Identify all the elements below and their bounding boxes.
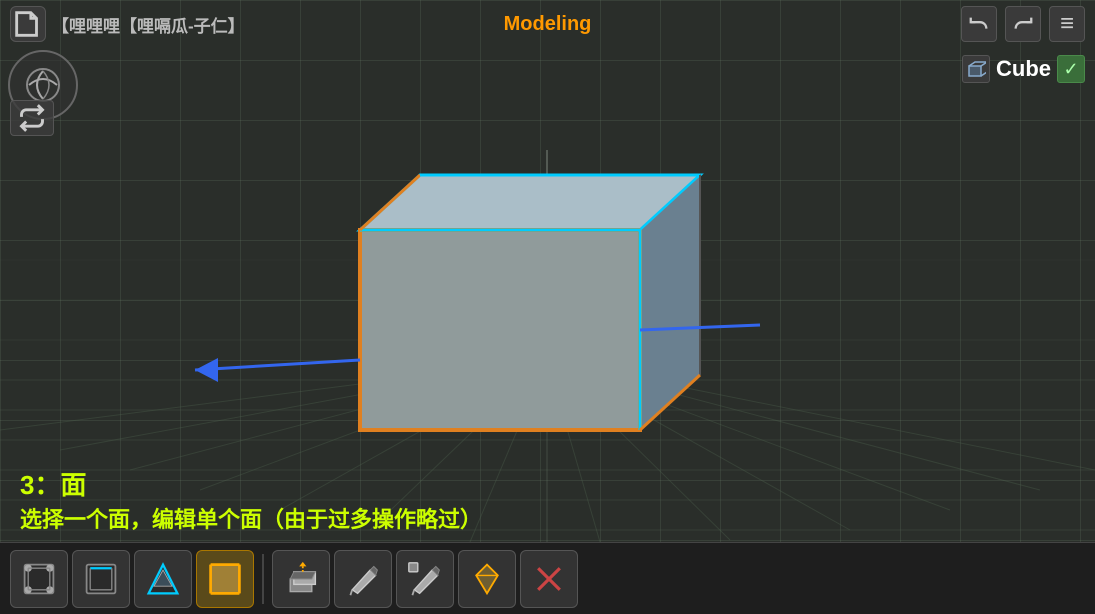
viewport: 【哩哩哩【哩嗝瓜-子仁】 Modeling ≡ — [0, 0, 1095, 614]
transform-button[interactable] — [458, 550, 516, 608]
mode-label: Modeling — [504, 13, 592, 35]
top-left-controls: 【哩哩哩【哩嗝瓜-子仁】 — [10, 6, 245, 42]
object-selector: Cube ✓ — [962, 55, 1085, 83]
redo-button[interactable] — [1005, 6, 1041, 42]
bottom-toolbar — [0, 542, 1095, 614]
view-swap-button[interactable] — [10, 100, 54, 136]
top-center: Modeling — [504, 13, 592, 36]
edge-mode-button[interactable] — [72, 550, 130, 608]
face-outline-mode-button[interactable] — [134, 550, 192, 608]
app-title: 【哩哩哩【哩嗝瓜-子仁】 — [52, 12, 245, 37]
delete-button[interactable] — [520, 550, 578, 608]
file-button[interactable] — [10, 6, 46, 42]
extrude-button[interactable] — [272, 550, 330, 608]
object-visibility-toggle[interactable]: ✓ — [1057, 55, 1085, 83]
undo-button[interactable] — [961, 6, 997, 42]
instruction-body: 选择一个面，编辑单个面（由于过多操作略过） — [20, 502, 482, 534]
face-mode-button[interactable] — [196, 550, 254, 608]
object-type-icon — [962, 55, 990, 83]
draw-button[interactable] — [334, 550, 392, 608]
menu-button[interactable]: ≡ — [1049, 6, 1085, 42]
draw-alt-button[interactable] — [396, 550, 454, 608]
top-bar: 【哩哩哩【哩嗝瓜-子仁】 Modeling ≡ — [0, 0, 1095, 48]
object-name-label: Cube — [996, 56, 1051, 82]
instruction-heading: 3：面 — [20, 465, 482, 502]
vertex-mode-button[interactable] — [10, 550, 68, 608]
instruction-panel: 3：面 选择一个面，编辑单个面（由于过多操作略过） — [20, 465, 482, 534]
top-right-controls: ≡ — [961, 6, 1085, 42]
toolbar-divider-1 — [262, 554, 264, 604]
